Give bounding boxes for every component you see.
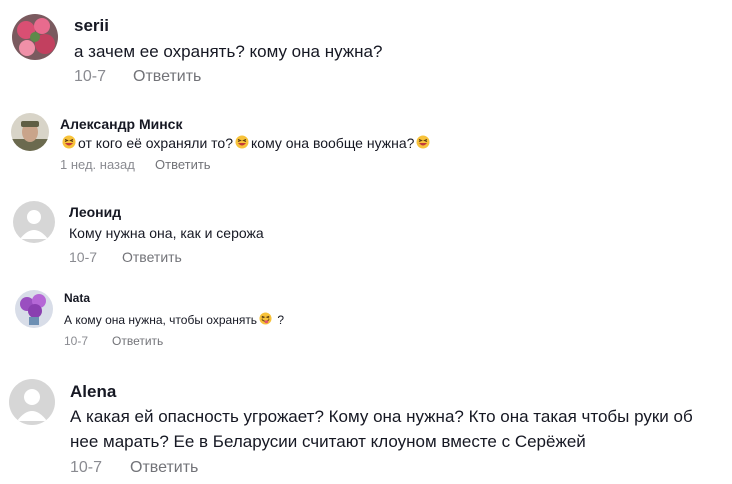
comment-date: 10-7: [70, 459, 103, 476]
reply-button[interactable]: Ответить: [155, 157, 211, 172]
comment-text-part: А кому она нужна, чтобы охранять: [64, 313, 258, 327]
comment-date: 10-7: [74, 68, 107, 85]
commenter-name[interactable]: Леонид: [69, 204, 121, 220]
commenter-name[interactable]: Nata: [64, 291, 90, 305]
commenter-name[interactable]: serii: [74, 16, 109, 36]
soldier-avatar: [11, 113, 49, 151]
grinning-squinting-face-icon: [235, 135, 249, 149]
comment-item: Nata А кому она нужна, чтобы охранять ? …: [0, 280, 732, 370]
comment-date: 1 нед. назад: [60, 157, 135, 172]
comment-date: 10-7: [69, 249, 98, 265]
commenter-name[interactable]: Александр Минск: [60, 116, 182, 132]
default-avatar: [9, 379, 55, 425]
comment-item: serii а зачем ее охранять? кому она нужн…: [0, 0, 732, 100]
avatar[interactable]: [13, 201, 55, 243]
avatar[interactable]: [12, 14, 58, 60]
avatar[interactable]: [9, 379, 55, 425]
comment-text: А кому она нужна, чтобы охранять ?: [64, 312, 284, 327]
reply-button[interactable]: Ответить: [130, 459, 198, 477]
comment-text-line: нее марать? Ее в Беларусии считают клоун…: [70, 432, 586, 451]
comment-item: Леонид Кому нужна она, как и серожа 10-7…: [0, 190, 732, 280]
comment-text-part: от кого её охраняли то?: [78, 135, 234, 151]
comment-text-part: ?: [277, 313, 285, 327]
default-avatar: [13, 201, 55, 243]
flowers-avatar: [12, 14, 58, 60]
comment-item: Александр Минск от кого её охраняли то? …: [0, 100, 732, 190]
comment-text: от кого её охраняли то? кому она вообще …: [60, 135, 432, 151]
comment-text-line: А какая ей опасность угрожает? Кому она …: [70, 407, 693, 426]
comment-item: Alena А какая ей опасность угрожает? Ком…: [0, 370, 732, 484]
tongue-wink-face-icon: [259, 312, 272, 325]
comment-text-part: кому она вообще нужна?: [251, 135, 415, 151]
lilac-avatar: [15, 290, 53, 328]
grinning-squinting-face-icon: [62, 135, 76, 149]
comment-text: а зачем ее охранять? кому она нужна?: [74, 42, 383, 61]
reply-button[interactable]: Ответить: [133, 68, 201, 86]
grinning-squinting-face-icon: [416, 135, 430, 149]
avatar[interactable]: [11, 113, 49, 151]
comment-text: Кому нужна она, как и серожа: [69, 225, 264, 241]
commenter-name[interactable]: Alena: [70, 382, 116, 402]
reply-button[interactable]: Ответить: [122, 249, 182, 265]
reply-button[interactable]: Ответить: [112, 334, 163, 348]
comment-date: 10-7: [64, 334, 89, 348]
avatar[interactable]: [15, 290, 53, 328]
